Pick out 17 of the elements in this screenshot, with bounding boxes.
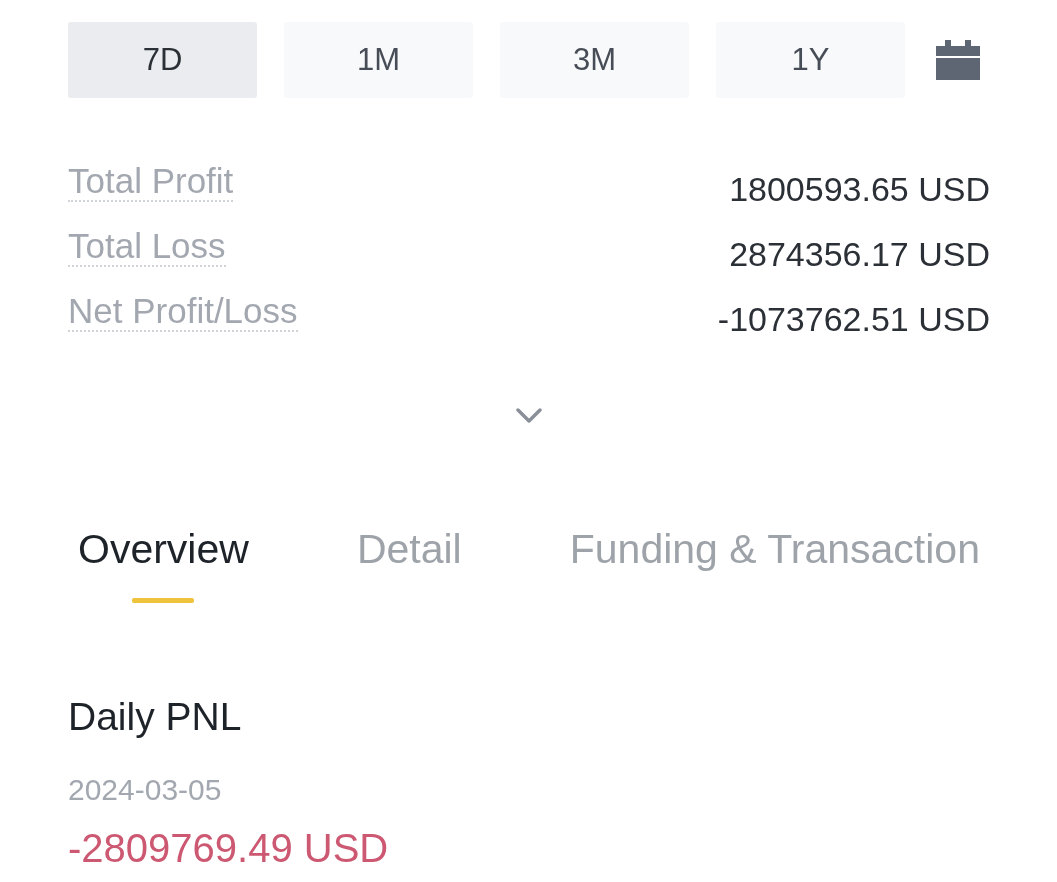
active-tab-underline bbox=[132, 598, 195, 603]
chevron-down-icon[interactable] bbox=[516, 408, 542, 424]
stat-label: Total Loss bbox=[68, 226, 226, 267]
period-tab[interactable]: 1M bbox=[284, 22, 473, 98]
stat-value: 1800593.65 USD bbox=[729, 170, 990, 208]
period-tab[interactable]: 1Y bbox=[716, 22, 905, 98]
period-tab[interactable]: 3M bbox=[500, 22, 689, 98]
stat-label: Total Profit bbox=[68, 161, 234, 202]
stat-value: -1073762.51 USD bbox=[717, 300, 990, 338]
stat-label: Net Profit/Loss bbox=[68, 291, 298, 332]
tab[interactable]: Overview bbox=[78, 525, 249, 603]
period-tab[interactable]: 7D bbox=[68, 22, 257, 98]
pnl-date: 2024-03-05 bbox=[68, 773, 222, 807]
calendar-icon[interactable] bbox=[936, 40, 980, 80]
section-title: Daily PNL bbox=[68, 695, 242, 739]
pnl-value: -2809769.49 USD bbox=[68, 825, 389, 871]
stat-value: 2874356.17 USD bbox=[729, 235, 990, 273]
